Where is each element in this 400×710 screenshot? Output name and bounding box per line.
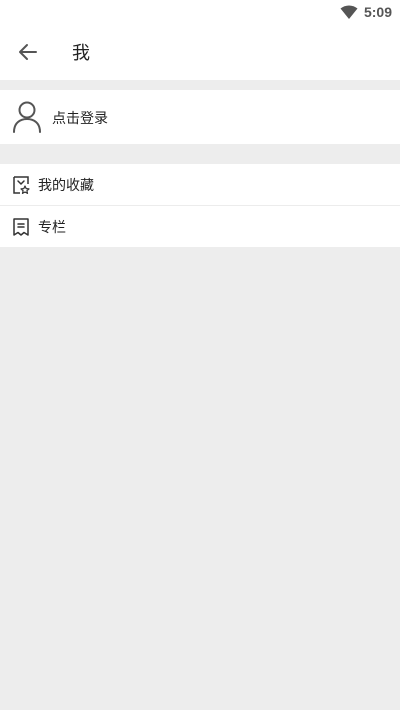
login-row[interactable]: 点击登录 [0,90,400,144]
arrow-left-icon[interactable] [16,40,40,64]
column-bookmark-icon [13,218,29,236]
status-time: 5:09 [363,4,392,20]
menu-item-column[interactable]: 专栏 [0,205,400,247]
app-bar: 我 [0,24,400,80]
menu-list: 我的收藏 专栏 [0,164,400,247]
login-label: 点击登录 [52,111,108,127]
wifi-icon [340,5,358,19]
page-title: 我 [72,43,90,64]
menu-item-label: 我的收藏 [38,178,94,194]
status-bar: 5:09 [0,0,400,24]
user-icon [13,101,41,133]
favorites-icon [13,176,30,194]
menu-item-label: 专栏 [38,220,66,236]
menu-item-favorites[interactable]: 我的收藏 [0,164,400,205]
